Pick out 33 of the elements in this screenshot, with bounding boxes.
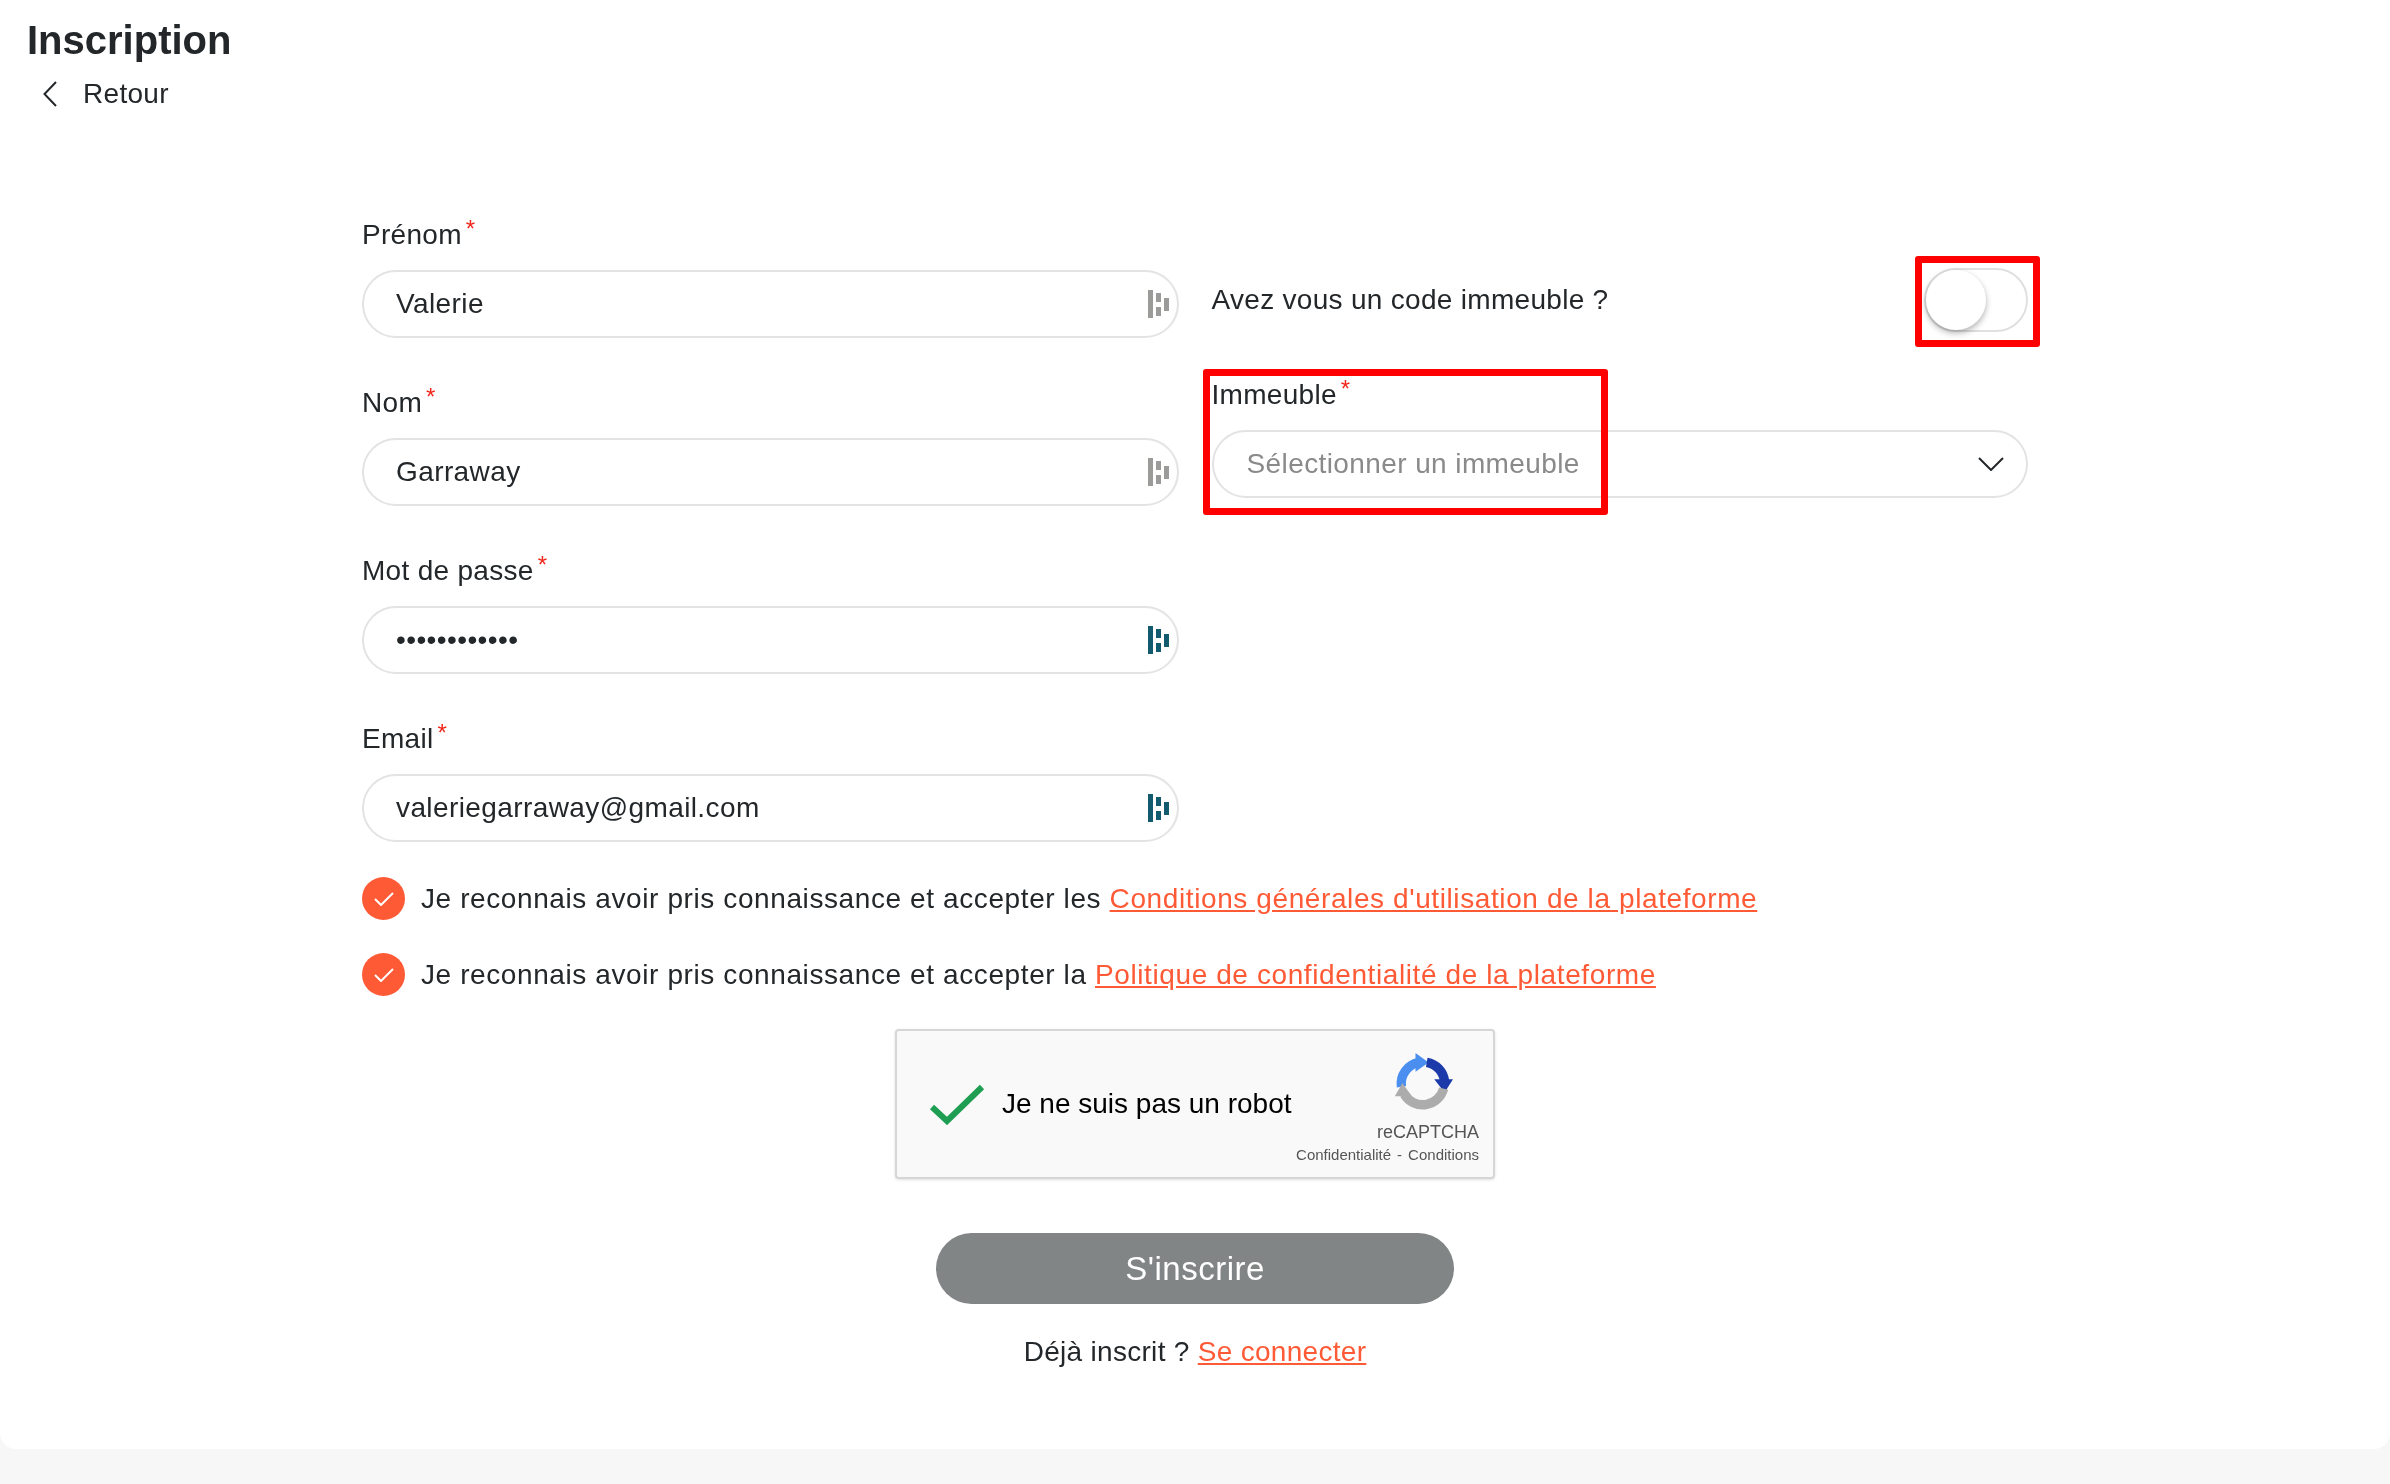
field-label: Email [362, 722, 434, 756]
back-link[interactable]: Retour [43, 77, 169, 111]
required-mark: * [465, 218, 476, 240]
login-prompt: Déjà inscrit ? Se connecter [1023, 1335, 1367, 1369]
page-title: Inscription [27, 17, 232, 64]
required-mark: * [437, 722, 447, 744]
field-label: Mot de passe [362, 554, 534, 588]
captcha-brand: reCAPTCHA [1377, 1121, 1479, 1143]
input-field[interactable]: Garraway [362, 438, 1179, 506]
captcha-privacy-link[interactable]: Confidentialité [1296, 1146, 1392, 1164]
field-label: Nom [362, 386, 423, 420]
chevron-down-icon [1978, 457, 2004, 471]
link-separator: - [1397, 1146, 1403, 1164]
checkbox[interactable] [362, 877, 405, 920]
checkbox[interactable] [362, 953, 405, 996]
field-label: Prénom [362, 218, 462, 252]
input-field[interactable]: valeriegarraway@gmail.com [362, 774, 1179, 842]
toggle-label: Avez vous un code immeuble ? [1211, 283, 1609, 317]
field-label: Immeuble [1211, 378, 1337, 412]
required-mark: * [537, 554, 548, 576]
chevron-left-icon [43, 81, 57, 107]
input-field[interactable]: •••••••••••• [362, 606, 1179, 674]
consent-text: Je reconnais avoir pris connaissance et accepter les Conditions générales d'utilisation de la plateforme [421, 881, 1758, 916]
check-icon [373, 967, 394, 982]
required-mark: * [1340, 378, 1351, 400]
input-field[interactable]: Valerie [362, 270, 1179, 338]
toggle-switch[interactable] [1924, 268, 2028, 332]
captcha-terms-link[interactable]: Conditions [1408, 1146, 1479, 1164]
consent-text: Je reconnais avoir pris connaissance et accepter la Politique de confidentialité de la plateforme [421, 957, 1656, 992]
submit-button[interactable]: S'inscrire [936, 1233, 1454, 1304]
check-icon [373, 891, 394, 906]
captcha-label: Je ne suis pas un robot [1002, 1087, 1292, 1121]
required-mark: * [426, 386, 436, 408]
